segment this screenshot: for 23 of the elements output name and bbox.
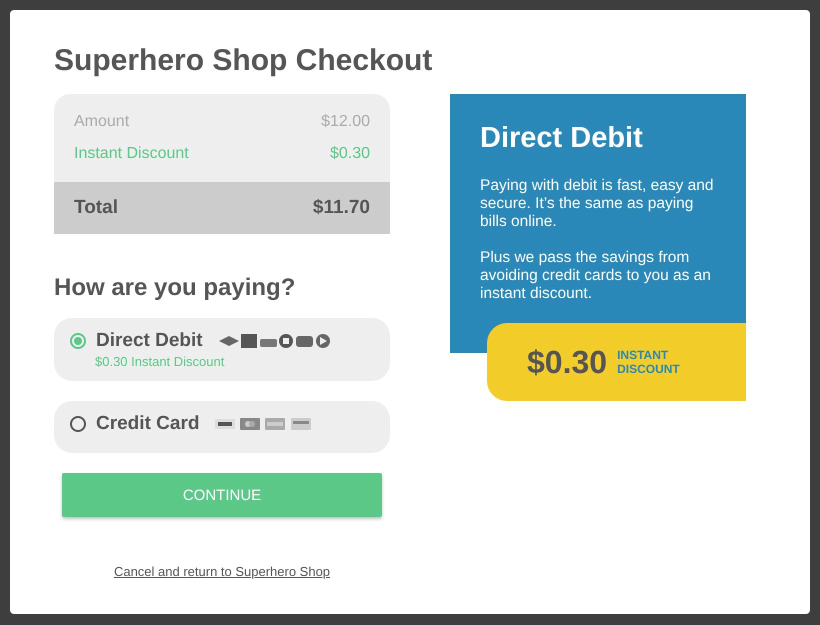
cancel-link[interactable]: Cancel and return to Superhero Shop (114, 564, 330, 579)
summary-label: Amount (74, 113, 130, 131)
panel-title: Direct Debit (480, 122, 644, 155)
badge-amount: $0.30 (527, 344, 608, 380)
radio-button[interactable] (70, 416, 86, 432)
summary-value: $0.30 (330, 145, 370, 163)
total-value: $11.70 (312, 197, 370, 219)
payment-option[interactable]: Credit Card (54, 401, 390, 453)
summary-label: Instant Discount (74, 145, 189, 163)
payment-option[interactable]: Direct Debit $0.30 Instant Discount (54, 318, 390, 381)
option-label: Credit Card (96, 413, 200, 435)
bank-logos-icon (218, 333, 333, 349)
radio-button[interactable] (70, 333, 86, 349)
summary-value: $12.00 (321, 113, 370, 131)
card-logos-icon (215, 418, 312, 430)
total-label: Total (74, 197, 118, 219)
badge-caption: INSTANT DISCOUNT (617, 348, 681, 376)
panel-text: Paying with debit is fast, easy and secure. It’s the same as paying bills online. (480, 177, 714, 231)
section-heading: How are you paying? (54, 273, 296, 303)
page-title: Superhero Shop Checkout (54, 44, 434, 78)
option-label: Direct Debit (96, 330, 203, 352)
option-note: $0.30 Instant Discount (95, 354, 226, 369)
panel-text: Plus we pass the savings from avoiding credit cards to you as an instant discount. (480, 249, 712, 303)
